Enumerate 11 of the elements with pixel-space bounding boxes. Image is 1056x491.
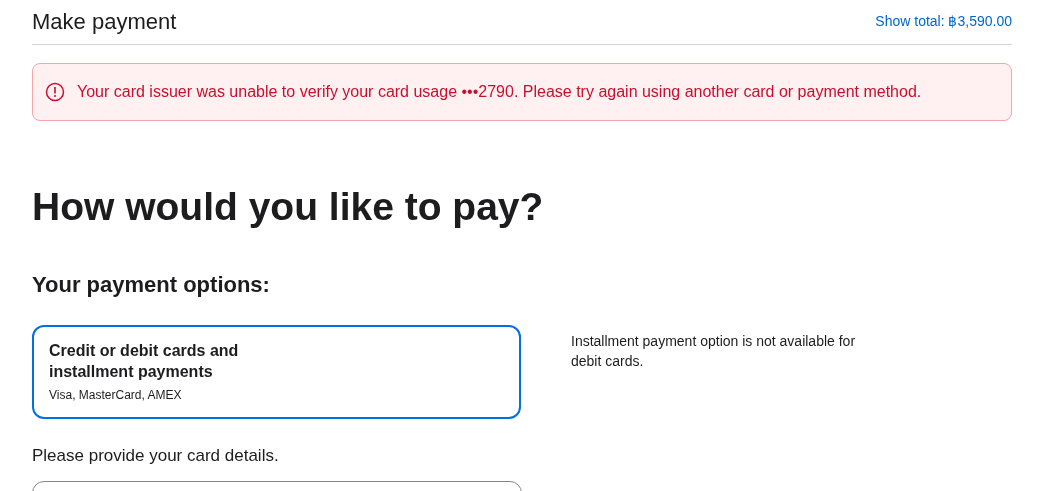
pay-heading: How would you like to pay? [32, 184, 545, 230]
error-icon [45, 82, 65, 102]
payment-option-card[interactable]: Credit or debit cards and installment payments Visa, MasterCard, AMEX [32, 325, 521, 419]
card-prompt: Please provide your card details. [32, 445, 280, 467]
option-subtitle: Visa, MasterCard, AMEX [49, 387, 183, 404]
error-message: Your card issuer was unable to verify your card usage •••2790. Please try again using another card or payment method. [77, 82, 922, 102]
show-total-link[interactable]: Show total: ฿3,590.00 [875, 11, 1012, 32]
options-heading: Your payment options: [32, 271, 271, 299]
page-title: Make payment [32, 8, 177, 36]
option-title: Credit or debit cards and installment payments [49, 341, 240, 382]
installment-note: Installment payment option is not available for debit cards. [571, 332, 857, 371]
